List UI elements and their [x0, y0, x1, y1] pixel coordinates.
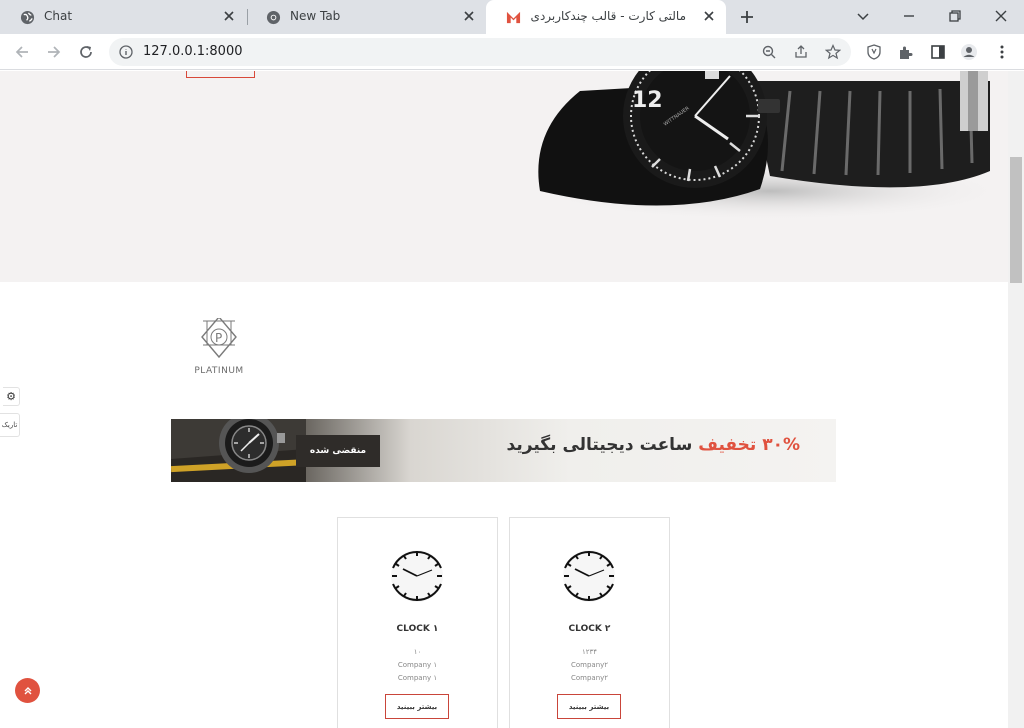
banner-expired-button[interactable]: منقضی شده — [296, 435, 380, 467]
back-arrow-icon[interactable] — [13, 43, 31, 61]
product-price: ۱۲۳۴ — [581, 648, 598, 656]
watch-hero-image: 12 WITTNAUER — [530, 71, 1008, 221]
page-scrollbar[interactable] — [1008, 71, 1024, 728]
share-icon[interactable] — [793, 44, 809, 60]
product-company: Company ۱ — [397, 674, 438, 682]
profile-avatar-icon[interactable] — [960, 43, 978, 61]
brand-logo-platinum[interactable]: P PLATINUM — [191, 315, 247, 380]
tab-title: Chat — [44, 9, 73, 23]
product-company: Company۲ — [570, 674, 609, 682]
product-card[interactable]: CLOCK ۱ ۱۰ Company ۱ Company ۱ بیشتر ببی… — [337, 517, 498, 728]
product-card[interactable]: CLOCK ۲ ۱۲۳۴ Company۲ Company۲ بیشتر ببی… — [509, 517, 670, 728]
tab-search-chevron-icon[interactable] — [854, 7, 872, 25]
hero-slider: 12 WITTNAUER — [0, 71, 1008, 282]
tab-new-tab[interactable]: New Tab — [246, 0, 486, 34]
hero-button[interactable] — [186, 71, 255, 78]
banner-discount: ۳۰% تخفیف — [698, 435, 800, 455]
forward-arrow-icon[interactable] — [45, 43, 63, 61]
dark-mode-toggle[interactable]: تاریک — [0, 413, 20, 437]
tab-strip: Chat New Tab مالتی کارت - قالب چندکاربرد… — [0, 0, 1024, 34]
brand-name: PLATINUM — [194, 366, 244, 376]
restore-icon[interactable] — [946, 7, 964, 25]
banner-headline-rest: ساعت دیجیتالی بگیرید — [506, 435, 693, 455]
m-logo-icon — [506, 11, 521, 24]
chrome-icon — [266, 10, 281, 25]
close-tab-icon[interactable] — [702, 9, 716, 23]
reload-icon[interactable] — [77, 43, 95, 61]
banner-watch-image — [171, 419, 306, 482]
new-tab-plus-icon[interactable] — [739, 9, 755, 25]
tab-title: مالتی کارت - قالب چندکاربردی — [530, 9, 686, 23]
settings-toggle[interactable]: ⚙ — [3, 387, 20, 406]
scrollbar-thumb[interactable] — [1010, 157, 1022, 283]
scroll-to-top-button[interactable] — [15, 678, 40, 703]
close-tab-icon[interactable] — [222, 9, 236, 23]
minimize-icon[interactable] — [900, 7, 918, 25]
close-window-icon[interactable] — [992, 7, 1010, 25]
product-company: Company۲ — [570, 661, 609, 669]
see-more-button[interactable]: بیشتر ببینید — [385, 694, 449, 719]
dark-mode-label: تاریک — [1, 421, 18, 429]
wall-clock-image — [391, 550, 443, 602]
shield-extension-icon[interactable] — [865, 43, 883, 61]
puzzle-extensions-icon[interactable] — [897, 43, 915, 61]
gear-icon: ⚙ — [6, 390, 16, 403]
promo-banner[interactable]: منقضی شده ۳۰% تخفیف ساعت دیجیتالی بگیرید — [171, 419, 836, 482]
address-bar[interactable]: 127.0.0.1:8000 — [109, 38, 851, 66]
close-tab-icon[interactable] — [462, 9, 476, 23]
see-more-button[interactable]: بیشتر ببینید — [557, 694, 621, 719]
platinum-logo-icon: P — [201, 315, 237, 359]
product-name[interactable]: CLOCK ۱ — [338, 624, 497, 634]
double-chevron-up-icon — [24, 686, 31, 694]
tab-title: New Tab — [290, 9, 341, 23]
banner-headline: ۳۰% تخفیف ساعت دیجیتالی بگیرید — [507, 435, 800, 455]
product-name[interactable]: CLOCK ۲ — [510, 624, 669, 634]
site-info-icon[interactable] — [119, 45, 133, 59]
svg-text:12: 12 — [632, 88, 663, 113]
wall-clock-image — [563, 550, 615, 602]
product-price: ۱۰ — [413, 648, 422, 656]
tab-chat[interactable]: Chat — [0, 0, 246, 34]
svg-text:P: P — [215, 331, 222, 345]
browser-toolbar: 127.0.0.1:8000 — [0, 34, 1024, 70]
product-company: Company ۱ — [397, 661, 438, 669]
page-viewport: 12 WITTNAUER P PLATINUM ⚙ تاریک منقضی شد… — [0, 71, 1024, 728]
more-menu-icon[interactable] — [993, 43, 1011, 61]
zoom-icon[interactable] — [761, 44, 777, 60]
bookmark-star-icon[interactable] — [825, 44, 841, 60]
globe-icon — [20, 10, 35, 25]
url-text: 127.0.0.1:8000 — [143, 44, 243, 59]
side-panel-icon[interactable] — [929, 43, 947, 61]
tab-active-multicart[interactable]: مالتی کارت - قالب چندکاربردی — [486, 0, 726, 34]
